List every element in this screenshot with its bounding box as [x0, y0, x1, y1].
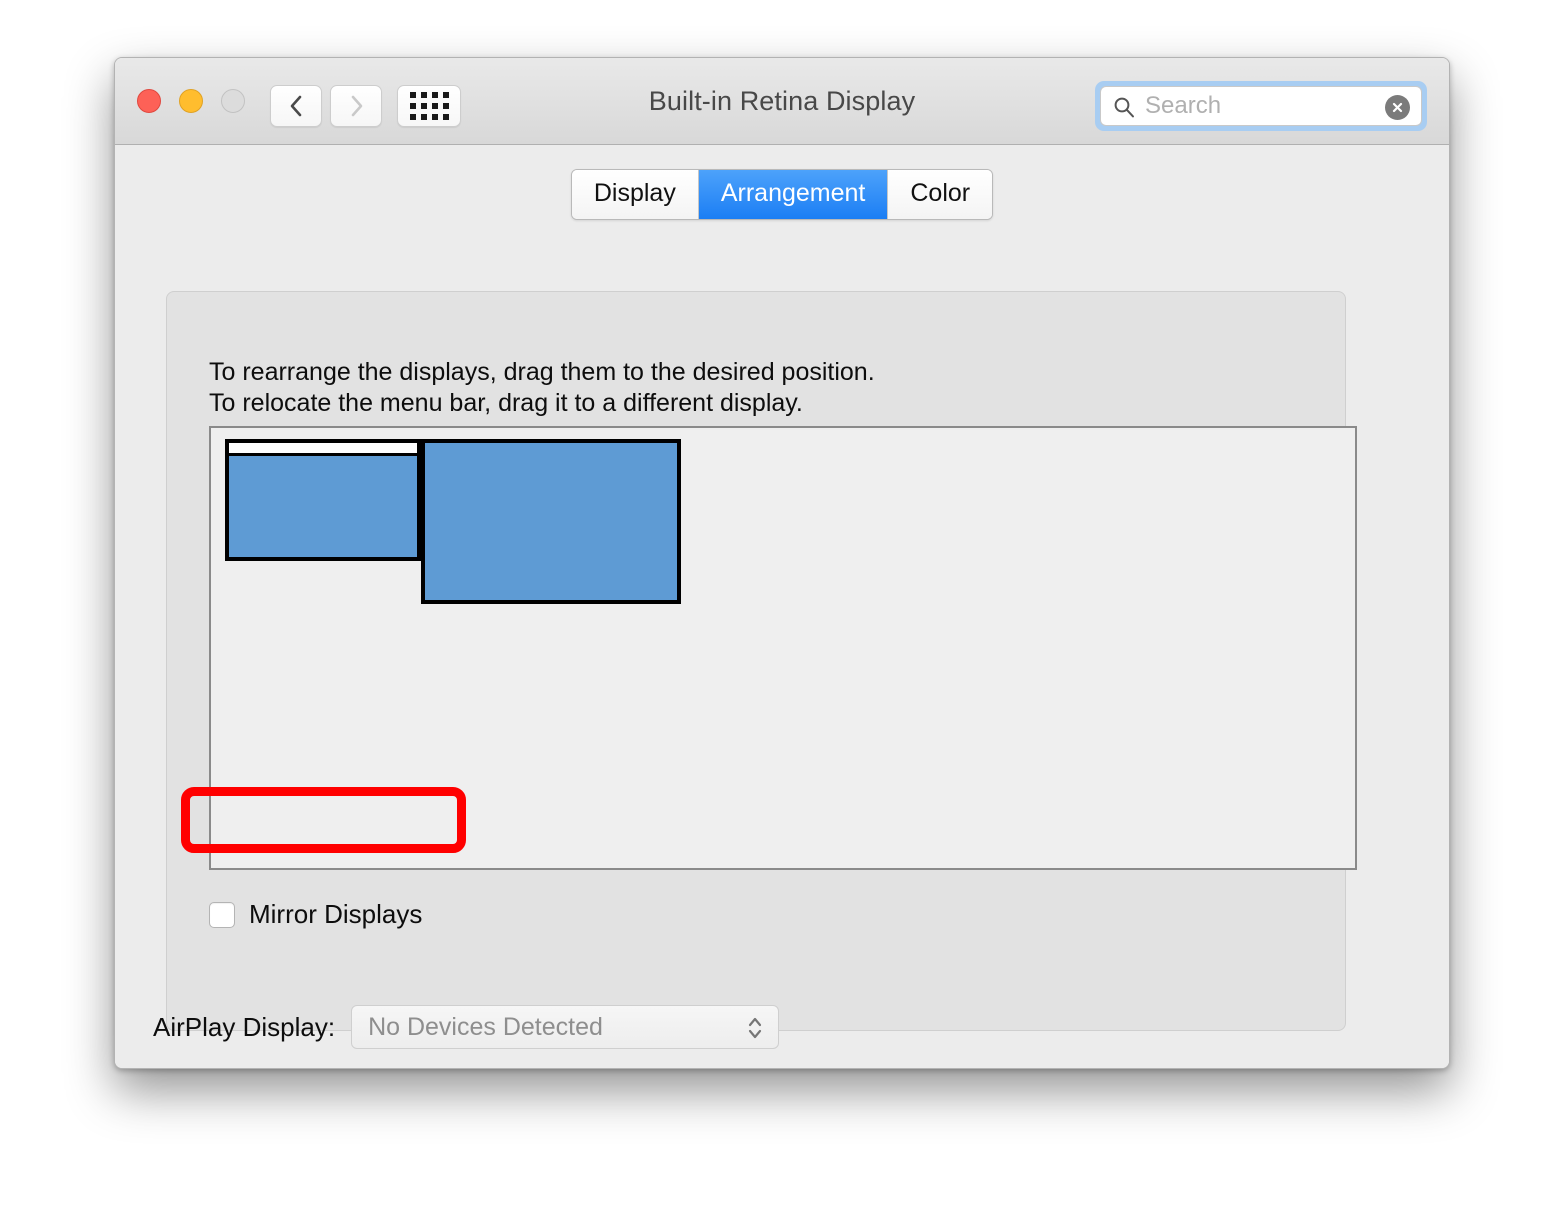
- instruction-line-1: To rearrange the displays, drag them to …: [209, 358, 875, 386]
- search-field[interactable]: [1100, 86, 1422, 126]
- tab-display[interactable]: Display: [571, 170, 699, 220]
- tab-color[interactable]: Color: [888, 170, 993, 220]
- airplay-display-label: AirPlay Display:: [153, 1011, 336, 1042]
- tab-arrangement[interactable]: Arrangement: [698, 170, 889, 220]
- search-field-focus-ring: [1095, 81, 1427, 131]
- screenshot-root: Built-in Retina Display Search Display A…: [0, 0, 1560, 1230]
- mirror-displays-row[interactable]: Mirror Displays: [193, 887, 448, 942]
- clear-icon[interactable]: [1385, 95, 1410, 120]
- secondary-display[interactable]: [421, 439, 681, 604]
- airplay-display-row: AirPlay Display: No Devices Detected: [153, 1005, 780, 1049]
- search-icon: [1114, 97, 1134, 118]
- instructions-text: To rearrange the displays, drag them to …: [209, 357, 875, 418]
- arrangement-panel: To rearrange the displays, drag them to …: [166, 291, 1357, 1031]
- menu-bar-strip[interactable]: [229, 443, 417, 456]
- window-titlebar: Built-in Retina Display: [115, 58, 1449, 145]
- mirror-displays-checkbox[interactable]: [209, 901, 235, 928]
- airplay-display-value: No Devices Detected: [368, 1012, 603, 1041]
- mirror-displays-label: Mirror Displays: [249, 899, 423, 929]
- tab-bar: Display Arrangement Color: [115, 169, 1449, 221]
- primary-display[interactable]: [225, 439, 421, 561]
- close-x-icon: [1392, 102, 1403, 113]
- instruction-line-2: To relocate the menu bar, drag it to a d…: [209, 388, 803, 417]
- display-arrangement-canvas[interactable]: [209, 426, 1357, 870]
- airplay-display-select: No Devices Detected: [351, 1005, 780, 1049]
- system-preferences-window: Built-in Retina Display Search Display A…: [114, 57, 1450, 1069]
- search-input[interactable]: [1145, 92, 1365, 120]
- up-down-chevron-icon: [748, 1017, 762, 1039]
- window-body: Display Arrangement Color To rearrange t…: [115, 145, 1449, 1068]
